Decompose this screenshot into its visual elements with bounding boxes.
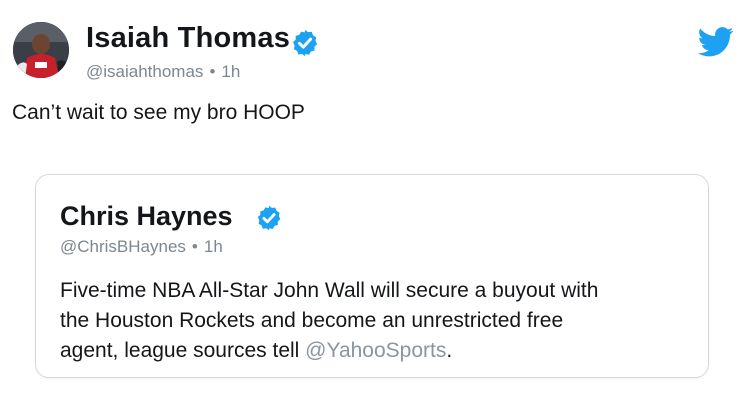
avatar[interactable] — [13, 22, 69, 78]
quoted-text-line-3-prefix: agent, league sources tell — [60, 339, 306, 362]
verified-badge-icon — [290, 28, 320, 58]
quoted-author-name[interactable]: Chris Haynes — [60, 201, 233, 232]
quoted-author-handle[interactable]: @ChrisBHaynes — [60, 237, 186, 256]
quoted-tweet-timestamp[interactable]: 1h — [204, 237, 223, 256]
verified-badge-icon — [255, 204, 283, 232]
tweet-card: Isaiah Thomas @isaiahthomas • 1h Can’t wai… — [0, 0, 750, 402]
quoted-tweet-card[interactable]: Chris Haynes @ChrisBHaynes • 1h Five-time … — [35, 174, 709, 378]
mention-link[interactable]: @YahooSports — [305, 339, 446, 362]
quoted-text-line-1: Five-time NBA All-Star John Wall will se… — [60, 279, 599, 302]
meta-separator: • — [191, 237, 198, 256]
author-name[interactable]: Isaiah Thomas — [86, 22, 290, 55]
quoted-text-line-3: agent, league sources tell @YahooSports. — [60, 336, 700, 366]
tweet-text: Can’t wait to see my bro HOOP — [12, 101, 305, 124]
quoted-tweet-meta: @ChrisBHaynes • 1h — [60, 237, 223, 257]
quoted-tweet-text: Five-time NBA All-Star John Wall will se… — [60, 276, 700, 366]
avatar-photo — [13, 22, 69, 78]
quoted-text-line-3-suffix: . — [446, 339, 453, 362]
meta-separator: • — [209, 62, 216, 81]
quoted-text-line-2: the Houston Rockets and become an unrest… — [60, 309, 564, 332]
author-handle[interactable]: @isaiahthomas — [86, 62, 203, 81]
tweet-meta: @isaiahthomas • 1h — [86, 62, 240, 82]
twitter-bird-icon[interactable] — [698, 27, 734, 57]
tweet-timestamp[interactable]: 1h — [221, 62, 240, 81]
